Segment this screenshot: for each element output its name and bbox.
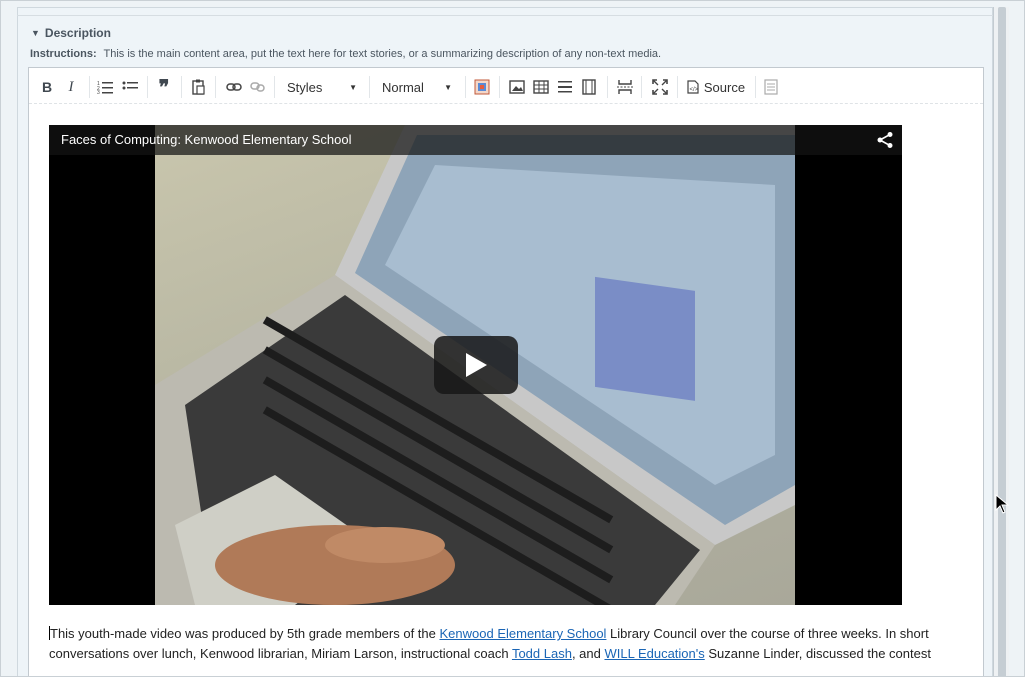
paste-icon [192, 79, 205, 95]
instructions-label: Instructions: [30, 48, 97, 60]
format-label: Normal [382, 79, 424, 95]
maximize-icon [652, 79, 668, 95]
numbered-list-button[interactable]: 123 [95, 76, 115, 98]
video-button[interactable] [579, 76, 599, 98]
dropdown-arrow-icon: ▼ [444, 82, 452, 92]
bold-button[interactable]: B [39, 76, 55, 98]
source-button[interactable]: </> Source [685, 76, 747, 98]
instructions-text: This is the main content area, put the t… [103, 48, 662, 60]
toolbar-separator [499, 76, 500, 98]
media-embed-button[interactable] [472, 76, 492, 98]
instructions: Instructions: This is the main content a… [30, 48, 661, 60]
toolbar-separator [465, 76, 466, 98]
embedded-video[interactable]: Faces of Computing: Kenwood Elementary S… [49, 125, 902, 605]
horizontal-rule-icon [558, 81, 572, 93]
toolbar-separator [607, 76, 608, 98]
vertical-scrollbar[interactable] [993, 7, 1009, 676]
bulleted-list-button[interactable] [120, 76, 140, 98]
source-label: Source [703, 79, 746, 95]
blockquote-button[interactable]: ❞ [153, 76, 175, 99]
toolbar-separator [274, 76, 275, 98]
video-title[interactable]: Faces of Computing: Kenwood Elementary S… [61, 132, 352, 147]
toolbar-separator [89, 76, 90, 98]
unlink-button[interactable] [248, 76, 268, 98]
quote-icon: ❞ [158, 76, 170, 99]
format-dropdown[interactable]: Normal ▼ [376, 76, 458, 98]
svg-text:</>: </> [689, 87, 698, 93]
body-paragraph[interactable]: This youth-made video was produced by 5t… [49, 624, 949, 664]
table-button[interactable] [531, 76, 551, 98]
toolbar-separator [147, 76, 148, 98]
media-embed-icon [474, 79, 490, 95]
page-break-icon [617, 80, 633, 94]
link-button[interactable] [224, 76, 244, 98]
mouse-cursor-icon [995, 494, 1009, 514]
section-header-description[interactable]: ▼ Description [31, 25, 111, 41]
source-icon: </> [687, 80, 699, 94]
bulleted-list-icon [122, 81, 138, 90]
toolbar-separator [181, 76, 182, 98]
numbered-list-icon: 123 [97, 81, 113, 94]
play-button[interactable] [434, 336, 518, 394]
video-titlebar: Faces of Computing: Kenwood Elementary S… [49, 125, 902, 155]
link-will-education[interactable]: WILL Education's [604, 646, 704, 661]
styles-dropdown[interactable]: Styles ▼ [281, 76, 363, 98]
toolbar-separator [369, 76, 370, 98]
link-icon [226, 83, 242, 91]
templates-button[interactable] [761, 76, 781, 98]
share-icon[interactable] [876, 131, 894, 149]
svg-text:3: 3 [97, 90, 100, 94]
dropdown-arrow-icon: ▼ [349, 82, 357, 92]
toolbar-separator [755, 76, 756, 98]
body-text-4: Suzanne Linder, discussed the contest [704, 646, 931, 661]
italic-button[interactable]: I [63, 76, 79, 98]
styles-label: Styles [287, 79, 323, 95]
toolbar-separator [215, 76, 216, 98]
maximize-button[interactable] [649, 76, 671, 98]
section-title: Description [44, 26, 111, 40]
link-todd-lash[interactable]: Todd Lash [512, 646, 572, 661]
rich-text-editor[interactable]: B I 123 ❞ Styles ▼ Normal ▼ </> Source F… [28, 67, 984, 676]
window-frame: ▼ Description Instructions: This is the … [0, 0, 1025, 677]
link-kenwood-elementary[interactable]: Kenwood Elementary School [440, 626, 607, 641]
templates-icon [764, 79, 778, 95]
image-icon [509, 80, 525, 94]
image-button[interactable] [507, 76, 527, 98]
paste-from-word-button[interactable] [189, 76, 209, 98]
table-icon [533, 80, 549, 94]
unlink-icon [250, 82, 265, 92]
page-break-button[interactable] [614, 76, 636, 98]
play-icon [466, 353, 487, 377]
scrollbar-thumb[interactable] [998, 7, 1006, 676]
toolbar-separator [677, 76, 678, 98]
divider [17, 15, 993, 16]
editor-toolbar: B I 123 ❞ Styles ▼ Normal ▼ </> Source [29, 68, 983, 104]
caret-down-icon[interactable]: ▼ [31, 28, 40, 38]
toolbar-separator [641, 76, 642, 98]
body-text-3: , and [571, 646, 605, 661]
body-text-1: This youth-made video was produced by 5t… [50, 626, 440, 641]
horizontal-rule-button[interactable] [555, 76, 575, 98]
film-icon [582, 79, 596, 95]
